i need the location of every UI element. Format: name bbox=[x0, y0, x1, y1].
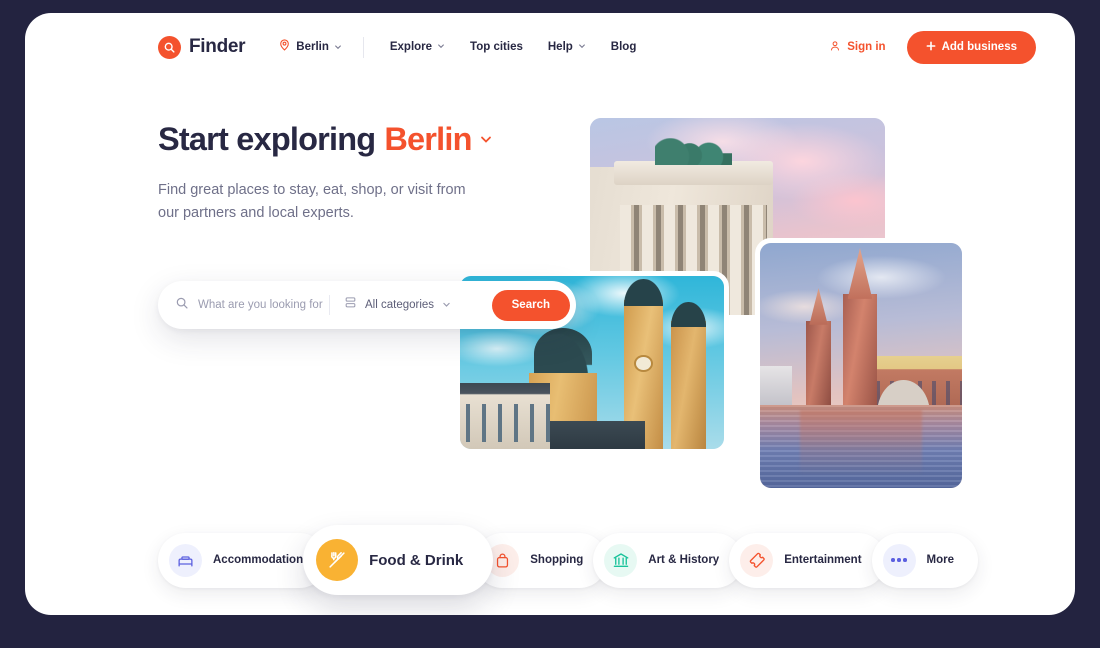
search-bar: All categories Search bbox=[158, 281, 576, 329]
category-pill-accommodation[interactable]: Accommodation bbox=[158, 532, 328, 588]
chevron-down-icon bbox=[442, 296, 451, 314]
category-label: Art & History bbox=[648, 554, 720, 566]
category-label: Food & Drink bbox=[369, 551, 464, 569]
search-divider bbox=[329, 295, 330, 315]
category-pill-shopping[interactable]: Shopping bbox=[475, 532, 608, 588]
museum-icon bbox=[604, 543, 638, 577]
nav-item-explore[interactable]: Explore bbox=[390, 41, 445, 53]
category-label: Accommodation bbox=[213, 554, 304, 566]
hero-title-prefix: Start exploring bbox=[158, 121, 376, 157]
ellipsis-icon bbox=[882, 543, 916, 577]
category-label: More bbox=[926, 554, 955, 566]
search-button[interactable]: Search bbox=[491, 289, 570, 321]
header-actions: Sign in Add business bbox=[829, 30, 1036, 64]
main-nav: Explore Top cities Help Blog bbox=[390, 41, 637, 53]
nav-label: Top cities bbox=[470, 41, 523, 53]
category-label: Shopping bbox=[530, 554, 584, 566]
search-input[interactable] bbox=[198, 299, 323, 311]
site-header: Finder Berlin Explore Top cities Help Bl… bbox=[25, 13, 1075, 81]
nav-item-help[interactable]: Help bbox=[548, 41, 586, 53]
category-pill-entertainment[interactable]: Entertainment bbox=[729, 532, 886, 588]
user-icon bbox=[829, 40, 841, 55]
category-label: Entertainment bbox=[784, 554, 862, 566]
sign-in-label: Sign in bbox=[847, 41, 886, 53]
ticket-icon bbox=[740, 543, 774, 577]
nav-item-top-cities[interactable]: Top cities bbox=[470, 41, 523, 53]
bed-icon bbox=[169, 543, 202, 577]
category-label: All categories bbox=[365, 299, 435, 311]
category-pill-row: Accommodation Food & Drink Shopping Art … bbox=[158, 525, 979, 595]
nav-item-blog[interactable]: Blog bbox=[611, 41, 637, 53]
chevron-down-icon bbox=[334, 38, 342, 56]
hero-title-city: Berlin bbox=[384, 121, 472, 157]
search-icon bbox=[175, 296, 189, 315]
plus-icon bbox=[926, 41, 936, 54]
hero-subtitle: Find great places to stay, eat, shop, or… bbox=[158, 182, 466, 221]
header-divider bbox=[362, 36, 364, 58]
chevron-down-icon bbox=[479, 117, 493, 154]
photo-oberbaum-bridge[interactable] bbox=[755, 238, 967, 493]
hero-city-dropdown[interactable] bbox=[479, 117, 493, 154]
location-pin-icon bbox=[278, 38, 291, 56]
brand-logo[interactable]: Finder bbox=[158, 35, 246, 59]
chevron-down-icon bbox=[578, 41, 586, 53]
nav-label: Help bbox=[547, 41, 573, 53]
category-select[interactable]: All categories bbox=[344, 296, 451, 314]
category-pill-more[interactable]: More bbox=[871, 532, 979, 588]
layers-icon bbox=[344, 296, 357, 314]
add-business-label: Add business bbox=[941, 41, 1017, 53]
app-card: Finder Berlin Explore Top cities Help Bl… bbox=[25, 13, 1075, 615]
brand-name: Finder bbox=[189, 36, 246, 57]
nav-label: Explore bbox=[389, 41, 433, 53]
page-stage: Finder Berlin Explore Top cities Help Bl… bbox=[0, 0, 1100, 648]
sign-in-button[interactable]: Sign in bbox=[829, 40, 886, 55]
category-pill-art-history[interactable]: Art & History bbox=[593, 532, 744, 588]
cutlery-icon bbox=[316, 539, 359, 581]
city-selector[interactable]: Berlin bbox=[278, 38, 342, 56]
search-field bbox=[175, 296, 325, 315]
photo-scene bbox=[760, 243, 962, 488]
hero-text-block: Start exploring Berlin Find great places… bbox=[158, 121, 558, 224]
city-label: Berlin bbox=[296, 41, 329, 53]
page-title: Start exploring Berlin bbox=[158, 121, 558, 158]
search-circle-logo-icon bbox=[158, 35, 181, 59]
category-pill-food-drink[interactable]: Food & Drink bbox=[303, 525, 494, 595]
chevron-down-icon bbox=[437, 41, 445, 53]
nav-label: Blog bbox=[610, 41, 637, 53]
add-business-button[interactable]: Add business bbox=[906, 30, 1036, 64]
